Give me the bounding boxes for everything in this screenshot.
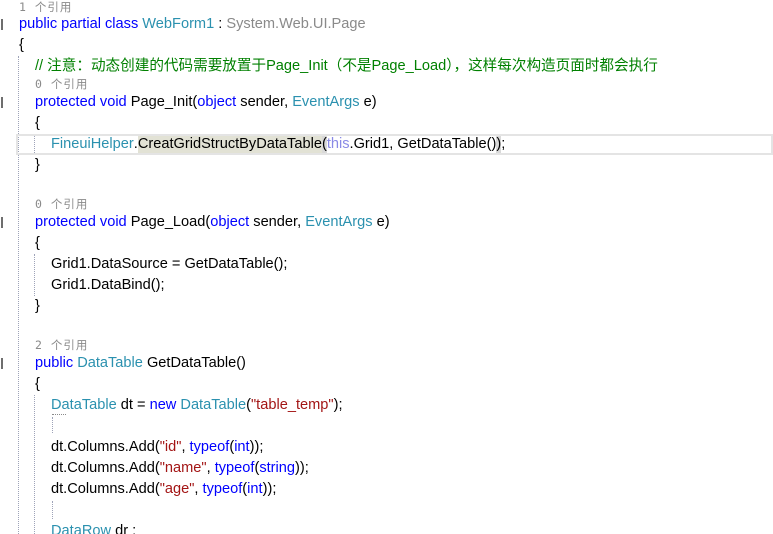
code-line[interactable]: } bbox=[0, 296, 773, 317]
comment-token[interactable]: // 注意：动态创建的代码需要放置于Page_Init（不是Page_Load）… bbox=[35, 56, 658, 77]
codelens-label[interactable]: 0 个引用 bbox=[35, 77, 88, 92]
brace-token[interactable]: { bbox=[35, 374, 40, 395]
code-text-token[interactable]: )); bbox=[295, 458, 309, 479]
type-name-token[interactable]: EventArgs bbox=[305, 212, 372, 233]
type-name-token[interactable]: WebForm1 bbox=[142, 14, 214, 35]
string-literal-token[interactable]: "age" bbox=[160, 479, 195, 500]
code-text-token[interactable]: sender, bbox=[249, 212, 305, 233]
codelens-label[interactable]: 0 个引用 bbox=[35, 197, 88, 212]
codelens-references-get-data-table[interactable]: 2 个引用 bbox=[0, 338, 773, 353]
keyword-token[interactable]: protected void bbox=[35, 212, 131, 233]
brace-token[interactable]: { bbox=[19, 35, 24, 56]
code-text-token[interactable]: dt.Columns.Add( bbox=[51, 479, 160, 500]
base-type-token[interactable]: System.Web.UI.Page bbox=[226, 14, 365, 35]
code-line-page-load-declaration[interactable]: protected void Page_Load( object sender,… bbox=[0, 212, 773, 233]
string-literal-token[interactable]: "id" bbox=[160, 437, 182, 458]
keyword-token[interactable]: typeof bbox=[215, 458, 255, 479]
keyword-token[interactable]: object bbox=[210, 212, 249, 233]
code-line[interactable]: Grid1.DataSource = GetDataTable(); bbox=[0, 254, 773, 275]
code-line[interactable]: Grid1.DataBind(); bbox=[0, 275, 773, 296]
code-line[interactable]: dt.Columns.Add( "age" , typeof ( int )); bbox=[0, 479, 773, 500]
code-text-token[interactable]: Grid1.DataSource = GetDataTable(); bbox=[51, 254, 287, 275]
code-text-token[interactable]: dr ; bbox=[111, 521, 136, 534]
code-line[interactable]: { bbox=[0, 113, 773, 134]
code-text-area[interactable]: 1 个引用 public partial class WebForm1 : Sy… bbox=[0, 0, 773, 534]
code-line-blank[interactable] bbox=[0, 416, 773, 437]
code-line[interactable]: { bbox=[0, 233, 773, 254]
keyword-token[interactable]: string bbox=[259, 458, 295, 479]
brace-token[interactable]: } bbox=[35, 296, 40, 317]
code-text-token[interactable]: dt.Columns.Add( bbox=[51, 437, 160, 458]
code-text-token[interactable]: : bbox=[214, 14, 226, 35]
codelens-label[interactable]: 1 个引用 bbox=[19, 1, 72, 13]
method-name-token[interactable]: Page_Load( bbox=[131, 212, 211, 233]
brace-token[interactable]: { bbox=[35, 113, 40, 134]
code-line-blank[interactable] bbox=[0, 500, 773, 521]
code-text-token[interactable]: )); bbox=[250, 437, 264, 458]
code-editor[interactable]: 1 个引用 public partial class WebForm1 : Sy… bbox=[0, 0, 773, 534]
code-text-token[interactable]: , bbox=[207, 458, 215, 479]
code-text-token[interactable]: , bbox=[194, 479, 202, 500]
method-name-token[interactable]: Page_Init( bbox=[131, 92, 198, 113]
code-line[interactable]: { bbox=[0, 35, 773, 56]
code-line[interactable]: dt.Columns.Add( "name" , typeof ( string… bbox=[0, 458, 773, 479]
code-line-get-data-table-declaration[interactable]: public DataTable GetDataTable() bbox=[0, 353, 773, 374]
code-text-token[interactable]: e) bbox=[373, 212, 390, 233]
keyword-token[interactable]: object bbox=[197, 92, 236, 113]
keyword-token[interactable]: public partial class bbox=[19, 14, 142, 35]
brace-token[interactable]: } bbox=[35, 155, 40, 176]
code-text-token[interactable]: e) bbox=[360, 92, 377, 113]
code-line[interactable]: { bbox=[0, 374, 773, 395]
type-name-token[interactable]: DataRow bbox=[51, 521, 111, 534]
code-line[interactable]: DataTable dt = new DataTable ( "table_te… bbox=[0, 395, 773, 416]
keyword-token[interactable]: int bbox=[247, 479, 262, 500]
keyword-token[interactable]: public bbox=[35, 353, 77, 374]
type-name-token[interactable]: EventArgs bbox=[292, 92, 359, 113]
keyword-token[interactable]: typeof bbox=[203, 479, 243, 500]
type-name-token[interactable]: DataTable bbox=[180, 395, 246, 416]
string-literal-token[interactable]: "table_temp" bbox=[251, 395, 334, 416]
code-text-token[interactable]: ); bbox=[334, 395, 343, 416]
string-literal-token[interactable]: "name" bbox=[160, 458, 207, 479]
code-line-blank[interactable] bbox=[0, 317, 773, 338]
codelens-references-page-load[interactable]: 0 个引用 bbox=[0, 197, 773, 212]
code-line-class-declaration[interactable]: public partial class WebForm1 : System.W… bbox=[0, 14, 773, 35]
code-text-token[interactable]: dt.Columns.Add( bbox=[51, 458, 160, 479]
codelens-references-webform1[interactable]: 1 个引用 bbox=[0, 0, 773, 14]
code-line[interactable]: DataRow dr ; bbox=[0, 521, 773, 534]
current-line-highlight bbox=[16, 133, 773, 155]
code-text-token[interactable]: )); bbox=[263, 479, 277, 500]
keyword-token[interactable]: new bbox=[150, 395, 181, 416]
keyword-token[interactable]: protected void bbox=[35, 92, 131, 113]
keyword-token[interactable]: int bbox=[234, 437, 249, 458]
codelens-label[interactable]: 2 个引用 bbox=[35, 338, 88, 353]
code-line-comment[interactable]: // 注意：动态创建的代码需要放置于Page_Init（不是Page_Load）… bbox=[0, 56, 773, 77]
codelens-references-page-init[interactable]: 0 个引用 bbox=[0, 77, 773, 92]
brace-token[interactable]: { bbox=[35, 233, 40, 254]
code-line-current[interactable]: FineuiHelper . CreatGridStructByDataTabl… bbox=[0, 133, 773, 155]
type-name-token[interactable]: DataTable bbox=[51, 395, 117, 416]
code-text-token[interactable]: Grid1.DataBind(); bbox=[51, 275, 165, 296]
code-text-token[interactable]: , bbox=[181, 437, 189, 458]
code-line-blank[interactable] bbox=[0, 176, 773, 197]
code-text-token[interactable]: dt = bbox=[117, 395, 150, 416]
code-line[interactable]: } bbox=[0, 155, 773, 176]
code-line-page-init-declaration[interactable]: protected void Page_Init( object sender,… bbox=[0, 92, 773, 113]
keyword-token[interactable]: typeof bbox=[190, 437, 230, 458]
method-name-token[interactable]: GetDataTable() bbox=[143, 353, 246, 374]
code-text-token[interactable]: sender, bbox=[236, 92, 292, 113]
type-name-token[interactable]: DataTable bbox=[77, 353, 143, 374]
code-line[interactable]: dt.Columns.Add( "id" , typeof ( int )); bbox=[0, 437, 773, 458]
